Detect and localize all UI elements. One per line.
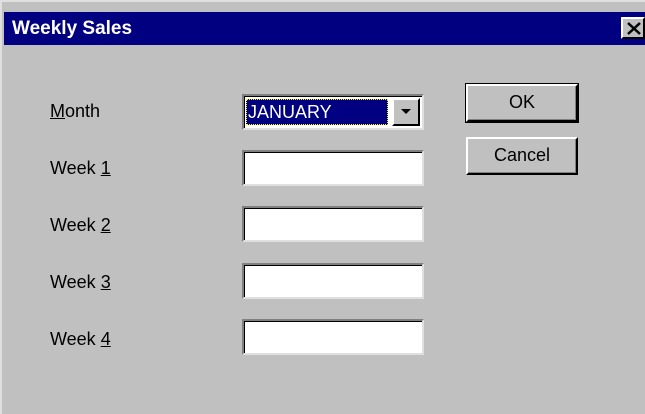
week-4-label-prefix: Week [50, 329, 101, 349]
month-select[interactable]: JANUARY [242, 94, 424, 130]
close-button[interactable] [621, 17, 645, 39]
month-label-rest: onth [65, 101, 101, 121]
month-label-mnemonic: M [50, 101, 65, 121]
week-2-label-prefix: Week [50, 215, 101, 235]
week-1-label: Week 1 [50, 157, 111, 179]
month-select-value[interactable]: JANUARY [246, 99, 388, 125]
cancel-button[interactable]: Cancel [466, 137, 578, 175]
week-4-input[interactable] [242, 319, 424, 355]
ok-button[interactable]: OK [465, 83, 579, 123]
close-icon [627, 22, 641, 35]
week-3-label: Week 3 [50, 271, 111, 293]
weekly-sales-dialog: Weekly Sales Month JANUARY Week 1 Week 2… [0, 0, 645, 414]
week-1-input[interactable] [242, 150, 424, 186]
week-1-label-mnemonic: 1 [100, 158, 111, 178]
week-3-label-prefix: Week [50, 272, 101, 292]
week-2-label-mnemonic: 2 [100, 215, 111, 235]
week-4-label: Week 4 [50, 328, 111, 350]
month-dropdown-button[interactable] [392, 98, 420, 126]
week-3-input[interactable] [242, 263, 424, 299]
title-bar[interactable]: Weekly Sales [4, 12, 645, 45]
week-2-input[interactable] [242, 206, 424, 242]
week-4-label-mnemonic: 4 [100, 329, 111, 349]
month-label: Month [50, 100, 100, 122]
week-3-label-mnemonic: 3 [100, 272, 111, 292]
window-title: Weekly Sales [12, 18, 133, 39]
week-2-label: Week 2 [50, 214, 111, 236]
week-1-label-prefix: Week [50, 158, 101, 178]
chevron-down-icon [401, 109, 411, 114]
